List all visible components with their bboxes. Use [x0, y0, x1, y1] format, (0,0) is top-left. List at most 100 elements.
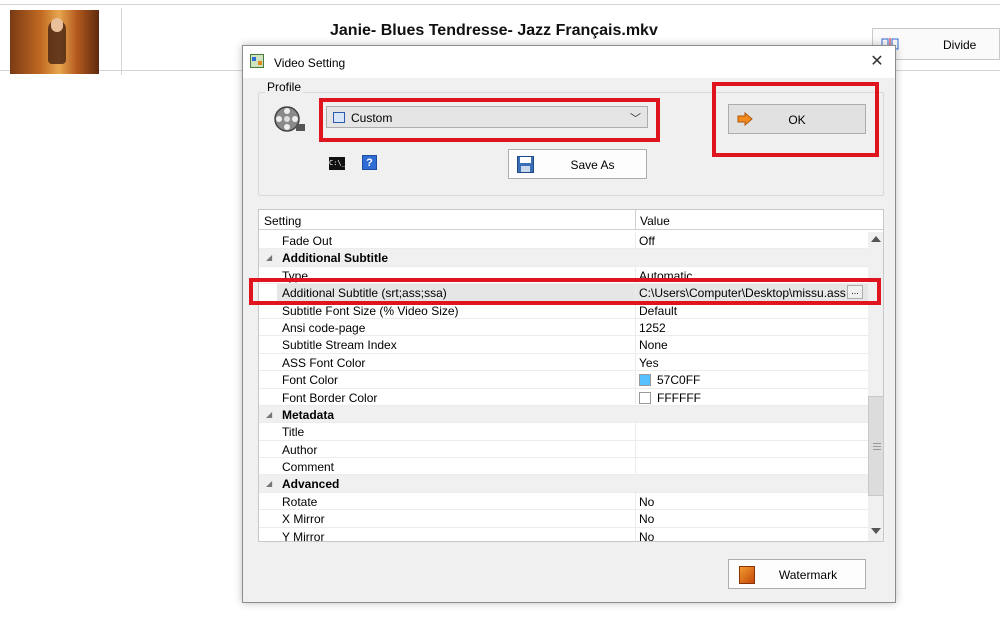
color-swatch [639, 391, 651, 404]
column-separator [635, 232, 636, 249]
save-as-label: Save As [570, 158, 615, 172]
row-gutter [259, 423, 277, 440]
watermark-button[interactable]: Watermark [728, 559, 866, 589]
film-reel-icon [274, 106, 305, 132]
column-separator [635, 318, 636, 336]
row-gutter [259, 388, 277, 405]
grid-row[interactable]: Font Color 57C0FF [259, 371, 868, 389]
column-separator [635, 510, 636, 527]
setting-name: X Mirror [282, 512, 325, 527]
collapse-icon[interactable]: ◢ [266, 479, 272, 488]
close-icon[interactable]: ✕ [867, 52, 887, 72]
help-icon[interactable]: ? [362, 155, 377, 170]
setting-name: Y Mirror [282, 529, 325, 542]
grid-category-row[interactable]: ◢ Additional Subtitle [259, 249, 868, 267]
collapse-icon[interactable]: ◢ [266, 253, 272, 262]
grid-category-row[interactable]: ◢ Advanced [259, 475, 868, 493]
scrollbar-thumb[interactable] [868, 396, 883, 496]
setting-value[interactable]: No [639, 529, 655, 542]
video-thumbnail[interactable] [10, 10, 99, 74]
column-header-value[interactable]: Value [640, 214, 670, 228]
scroll-up-icon[interactable] [871, 236, 881, 242]
setting-name: Ansi code-page [282, 320, 366, 335]
setting-name: Subtitle Font Size (% Video Size) [282, 303, 459, 318]
setting-value-text: Default [639, 303, 678, 318]
row-gutter [259, 510, 277, 527]
setting-name: Comment [282, 460, 335, 475]
color-swatch [639, 374, 651, 387]
setting-value[interactable]: Default [639, 304, 677, 318]
row-gutter [259, 527, 277, 541]
column-separator [635, 458, 636, 475]
collapse-icon[interactable]: ◢ [266, 410, 272, 419]
grid-row[interactable]: Ansi code-page 1252 [259, 318, 868, 337]
setting-value-text: 1252 [639, 320, 666, 335]
row-gutter [259, 318, 277, 336]
setting-name: Fade Out [282, 234, 333, 248]
profile-item-icon [333, 112, 345, 123]
setting-name: Font Border Color [282, 390, 378, 405]
grip-line [873, 449, 881, 450]
grid-row[interactable]: Y Mirror No [259, 527, 868, 542]
grid-category-row[interactable]: ◢ Metadata [259, 405, 868, 424]
profile-select-value: Custom [351, 111, 393, 125]
setting-value-text: No [639, 529, 655, 542]
chevron-down-icon: ﹀ [630, 113, 641, 125]
command-line-icon[interactable]: C:\_ [329, 157, 346, 170]
setting-value[interactable]: No [639, 495, 654, 509]
grid-row[interactable]: X Mirror No [259, 510, 868, 528]
setting-value[interactable]: 57C0FF [639, 373, 700, 387]
setting-value-text: Off [639, 234, 655, 248]
row-gutter [259, 371, 277, 388]
dialog-titlebar[interactable]: Video Setting ✕ [243, 46, 895, 78]
setting-value-text: No [639, 512, 655, 527]
scroll-down-icon[interactable] [871, 528, 881, 534]
file-name: Janie- Blues Tendresse- Jazz Français.mk… [330, 22, 658, 39]
grid-row[interactable]: Rotate No [259, 492, 868, 511]
watermark-label: Watermark [778, 568, 838, 582]
setting-value-text: FFFFFF [657, 390, 701, 405]
header-separator [635, 210, 636, 230]
ok-button[interactable]: OK [728, 104, 866, 134]
row-gutter [259, 336, 277, 353]
setting-value[interactable]: Yes [639, 356, 659, 370]
settings-grid: Setting Value Fade Out Off ◢ Additional Sub… [258, 209, 884, 542]
grid-row[interactable]: Font Border Color FFFFFF [259, 388, 868, 406]
row-gutter [259, 440, 277, 458]
setting-value-text: None [639, 338, 668, 353]
setting-name: Title [282, 425, 305, 440]
setting-value[interactable]: No [639, 512, 654, 526]
save-as-button[interactable]: Save As [508, 149, 647, 179]
grid-row[interactable]: Title [259, 423, 868, 441]
setting-name: Subtitle Stream Index [282, 338, 397, 353]
grid-row[interactable]: ASS Font Color Yes [259, 353, 868, 372]
profile-select[interactable]: Custom ﹀ [326, 106, 648, 128]
setting-value[interactable]: 1252 [639, 321, 666, 335]
row-gutter [259, 353, 277, 371]
column-header-setting[interactable]: Setting [264, 214, 301, 228]
subtitle-row-highlight [249, 278, 881, 305]
grid-row[interactable]: Comment [259, 458, 868, 476]
video-setting-dialog: Video Setting ✕ Profile Custom ﹀ C:\_ ? [242, 45, 896, 603]
category-label: Additional Subtitle [282, 251, 388, 266]
column-separator [635, 336, 636, 353]
grid-row[interactable]: Author [259, 440, 868, 459]
video-setting-icon [250, 54, 264, 68]
grid-row[interactable]: Fade Out Off [259, 232, 868, 250]
grid-row[interactable]: Subtitle Stream Index None [259, 336, 868, 354]
setting-name: Rotate [282, 494, 318, 509]
dialog-title: Video Setting [274, 56, 346, 70]
setting-value[interactable]: FFFFFF [639, 391, 701, 405]
background-column-divider [121, 8, 122, 75]
divide-button-label: Divide [943, 38, 977, 52]
grid-header: Setting Value [259, 210, 883, 230]
row-gutter [259, 492, 277, 510]
setting-value[interactable]: None [639, 338, 668, 352]
category-label: Advanced [282, 477, 340, 492]
column-separator [635, 388, 636, 405]
setting-name: ASS Font Color [282, 355, 366, 370]
setting-value[interactable]: Off [639, 234, 655, 248]
ok-label: OK [788, 113, 806, 127]
setting-value-text: No [639, 494, 655, 509]
column-separator [635, 440, 636, 458]
